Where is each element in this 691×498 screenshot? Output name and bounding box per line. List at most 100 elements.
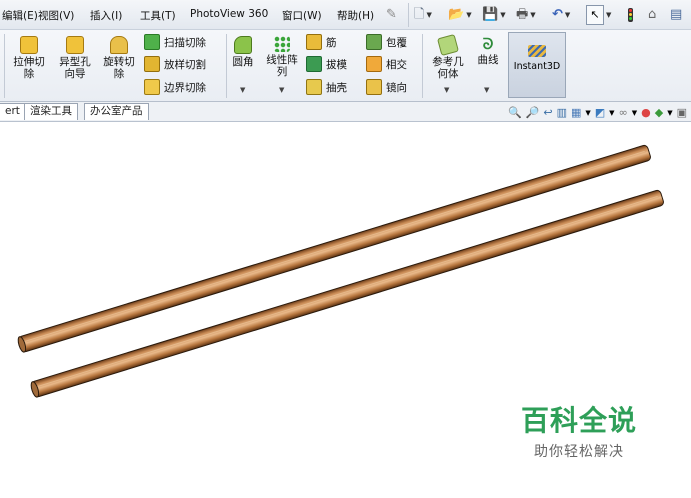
select-arrow-icon[interactable]: ↖ ▼ — [586, 4, 611, 26]
intersect-label: 相交 — [386, 58, 407, 71]
chevron-down-icon[interactable]: ▼ — [632, 109, 637, 117]
fillet-icon — [234, 36, 252, 54]
menu-photoview[interactable]: PhotoView 360 — [190, 8, 268, 20]
boundary-cut-icon — [144, 79, 160, 95]
cut-extrude-icon — [20, 36, 38, 54]
wrap-button[interactable]: 包覆 — [366, 34, 407, 50]
rod-lower[interactable] — [30, 189, 665, 398]
fillet-button[interactable]: 圆角 — [230, 36, 256, 68]
chevron-down-icon[interactable]: ▼ — [585, 109, 590, 117]
menu-tools[interactable]: 工具(T) — [140, 8, 176, 23]
tab-insert[interactable]: ert — [0, 103, 26, 120]
revolve-cut-icon — [110, 36, 128, 54]
new-document-icon[interactable]: 🗋 ▼ — [414, 4, 432, 26]
lofted-cut-icon — [144, 56, 160, 72]
menu-insert[interactable]: 插入(I) — [90, 8, 122, 23]
revolve-cut-button[interactable]: 旋转切 除 — [98, 36, 140, 80]
swept-cut-icon — [144, 34, 160, 50]
boundary-cut-label: 边界切除 — [164, 81, 206, 94]
shell-label: 抽壳 — [326, 81, 347, 94]
mirror-icon — [366, 79, 382, 95]
wrap-icon — [366, 34, 382, 50]
hole-wizard-button[interactable]: 异型孔 向导 — [54, 36, 96, 80]
reference-geometry-label: 参考几 何体 — [432, 56, 464, 80]
menu-help[interactable]: 帮助(H) — [337, 8, 374, 23]
draft-icon — [306, 56, 322, 72]
chevron-down-icon[interactable]: ▼ — [667, 109, 672, 117]
curves-button[interactable]: ᘐ 曲线 — [472, 36, 504, 66]
hole-wizard-icon — [66, 36, 84, 54]
view-settings-icon[interactable]: ▣ — [677, 106, 687, 119]
curves-dropdown[interactable]: ▼ — [484, 86, 489, 94]
lofted-cut-button[interactable]: 放样切割 — [144, 56, 206, 72]
options-icon[interactable]: ⌂ — [648, 4, 656, 26]
zoom-to-fit-icon[interactable]: 🔍 — [508, 106, 522, 119]
scene-icon[interactable]: ◆ — [655, 106, 663, 119]
boundary-cut-button[interactable]: 边界切除 — [144, 79, 206, 95]
linear-pattern-button[interactable]: 线性阵 列 — [262, 36, 302, 78]
menu-bar: 编辑(E) 视图(V) 插入(I) 工具(T) PhotoView 360 窗口… — [0, 0, 691, 30]
watermark-subtitle: 助你轻松解决 — [534, 444, 624, 460]
traffic-light-icon[interactable] — [628, 4, 633, 26]
view-orientation-icon[interactable]: ▦ — [571, 106, 581, 119]
fillet-label: 圆角 — [232, 56, 254, 68]
chevron-down-icon[interactable]: ▼ — [609, 109, 614, 117]
rib-button[interactable]: 筋 — [306, 34, 337, 50]
tab-office-products[interactable]: 办公室产品 — [84, 103, 149, 120]
cut-extrude-button[interactable]: 拉伸切 除 — [8, 36, 50, 80]
reference-geometry-button[interactable]: 参考几 何体 — [428, 33, 468, 80]
instant3d-label: Instant3D — [513, 61, 561, 72]
rod-upper[interactable] — [17, 144, 652, 353]
instant3d-button[interactable]: Instant3D — [508, 32, 566, 98]
ribbon-edge — [4, 34, 5, 98]
swept-cut-label: 扫描切除 — [164, 36, 206, 49]
cut-extrude-label: 拉伸切 除 — [13, 56, 45, 80]
menu-separator — [408, 3, 409, 27]
linear-pattern-icon — [274, 36, 290, 52]
shell-icon — [306, 79, 322, 95]
print-icon[interactable]: 🖶 ▼ — [516, 4, 536, 26]
tab-render-tools[interactable]: 渲染工具 — [24, 103, 78, 120]
display-style-icon[interactable]: ◩ — [595, 106, 605, 119]
shell-button[interactable]: 抽壳 — [306, 79, 347, 95]
fillet-dropdown[interactable]: ▼ — [240, 86, 245, 94]
appearance-icon[interactable]: ● — [641, 106, 651, 119]
zoom-area-icon[interactable]: 🔎 — [526, 106, 540, 119]
mirror-button[interactable]: 镜向 — [366, 79, 407, 95]
pin-icon[interactable]: ✎ — [386, 4, 397, 26]
save-icon[interactable]: 💾 ▼ — [482, 4, 506, 26]
curves-icon: ᘐ — [482, 35, 494, 53]
menu-view[interactable]: 视图(V) — [38, 8, 74, 23]
hide-show-icon[interactable]: ∞ — [619, 106, 628, 119]
properties-icon[interactable]: ▤ — [670, 4, 682, 26]
instant3d-icon — [528, 45, 546, 57]
draft-button[interactable]: 拔模 — [306, 56, 347, 72]
lofted-cut-label: 放样切割 — [164, 58, 206, 71]
heads-up-view-toolbar: 🔍 🔎 ↩ ▥ ▦ ▼ ◩ ▼ ∞ ▼ ● ◆ ▼ ▣ — [508, 106, 687, 119]
swept-cut-button[interactable]: 扫描切除 — [144, 34, 206, 50]
intersect-icon — [366, 56, 382, 72]
previous-view-icon[interactable]: ↩ — [543, 106, 552, 119]
undo-icon[interactable]: ↶ ▼ — [552, 4, 570, 26]
mirror-label: 镜向 — [386, 81, 407, 94]
reference-geometry-dropdown[interactable]: ▼ — [444, 86, 449, 94]
open-folder-icon[interactable]: 📂 ▼ — [448, 4, 472, 26]
revolve-cut-label: 旋转切 除 — [103, 56, 135, 80]
draft-label: 拔模 — [326, 58, 347, 71]
ribbon-separator — [422, 34, 423, 98]
intersect-button[interactable]: 相交 — [366, 56, 407, 72]
pattern-dropdown[interactable]: ▼ — [279, 86, 284, 94]
rib-icon — [306, 34, 322, 50]
ribbon-toolbar: 拉伸切 除 异型孔 向导 旋转切 除 扫描切除 放样切割 边界切除 圆角 ▼ 线… — [0, 30, 691, 102]
rib-label: 筋 — [326, 36, 337, 49]
wrap-label: 包覆 — [386, 36, 407, 49]
section-view-icon[interactable]: ▥ — [557, 106, 567, 119]
hole-wizard-label: 异型孔 向导 — [59, 56, 91, 80]
ribbon-separator — [226, 34, 227, 98]
watermark-title: 百科全说 — [520, 404, 637, 437]
linear-pattern-label: 线性阵 列 — [266, 54, 298, 78]
reference-geometry-icon — [436, 33, 460, 57]
watermark: 百科全说 助你轻松解决 — [492, 385, 666, 469]
menu-window[interactable]: 窗口(W) — [282, 8, 322, 23]
menu-edit[interactable]: 编辑(E) — [2, 8, 38, 23]
